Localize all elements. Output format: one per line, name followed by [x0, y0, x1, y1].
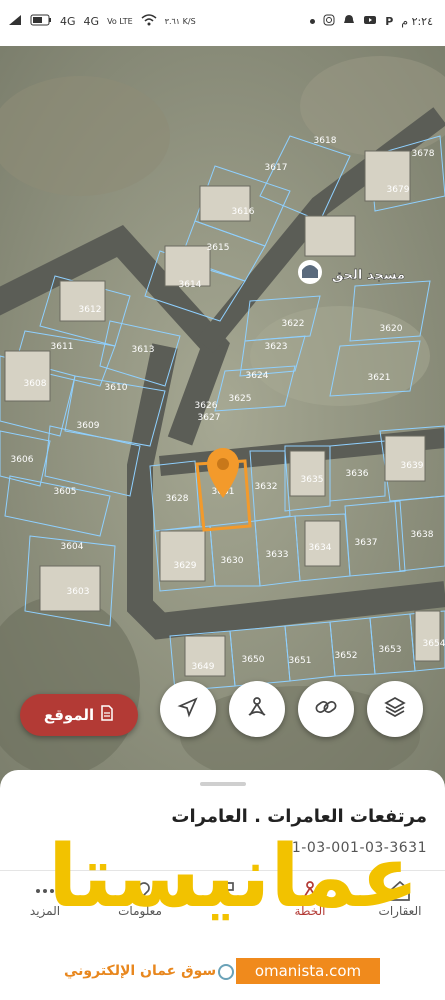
parcel-label-3621[interactable]: 3621: [368, 373, 391, 383]
layers-button[interactable]: [367, 681, 423, 737]
parcel-label-3651[interactable]: 3651: [289, 656, 312, 666]
watermark-dot-icon: [218, 964, 234, 980]
status-bar: 4G 4G Vo LTE ٣.٦١ K/S P ٢:٢٤ م: [0, 0, 445, 46]
parcel-label-3638[interactable]: 3638: [411, 530, 434, 540]
parcel-label-3615[interactable]: 3615: [207, 243, 230, 253]
layers-icon: [383, 695, 407, 723]
parcel-label-3654[interactable]: 3654: [423, 639, 445, 649]
parcel-label-3649[interactable]: 3649: [192, 662, 215, 672]
navigate-button[interactable]: [160, 681, 216, 737]
location-button[interactable]: الموقع: [20, 694, 138, 736]
measure-icon: [245, 695, 269, 723]
instagram-icon: [323, 14, 335, 29]
parcel-label-3624[interactable]: 3624: [246, 371, 269, 381]
parcel-label-3633[interactable]: 3633: [266, 550, 289, 560]
sheet-handle[interactable]: [200, 782, 246, 786]
parcel-label-3614[interactable]: 3614: [179, 280, 202, 290]
landmark-marker[interactable]: [298, 260, 322, 284]
parcel-label-3652[interactable]: 3652: [335, 651, 358, 661]
parcel-label-3636[interactable]: 3636: [346, 469, 369, 479]
parcel-label-3628[interactable]: 3628: [166, 494, 189, 504]
speed-label: ٣.٦١ K/S: [164, 17, 196, 26]
parcel-label-3635[interactable]: 3635: [301, 475, 324, 485]
parcel-label-3606[interactable]: 3606: [11, 455, 34, 465]
link-icon: [314, 695, 338, 723]
parcel-label-3623[interactable]: 3623: [265, 342, 288, 352]
navigate-icon: [176, 695, 200, 723]
watermark-logo: عمانيستا: [48, 827, 421, 927]
parcel-label-3609[interactable]: 3609: [77, 421, 100, 431]
document-icon: [100, 705, 114, 725]
parcel-label-3604[interactable]: 3604: [61, 542, 84, 552]
snapchat-icon: [343, 14, 355, 29]
parcel-label-3650[interactable]: 3650: [242, 655, 265, 665]
parcel-label-3610[interactable]: 3610: [105, 383, 128, 393]
status-right: P ٢:٢٤ م: [310, 14, 433, 29]
parcel-label-3653[interactable]: 3653: [379, 645, 402, 655]
measure-button[interactable]: [229, 681, 285, 737]
satellite-map[interactable]: 3618 3617 3616 3615 3614 3612 3611 3613 3608 3610…: [0, 46, 445, 786]
parcel-label-3625[interactable]: 3625: [229, 394, 252, 404]
parcel-label-3632[interactable]: 3632: [255, 482, 278, 492]
parcel-label-3612[interactable]: 3612: [79, 305, 102, 315]
parcel-label-3634[interactable]: 3634: [309, 543, 332, 553]
parcel-title: مرتفعات العامرات . العامرات: [171, 806, 427, 827]
p-app-icon: P: [385, 15, 394, 28]
parcel-label-3679[interactable]: 3679: [387, 185, 410, 195]
notification-dot-icon: [310, 19, 316, 24]
network-1-label: 4G: [60, 15, 76, 28]
parcel-label-3616[interactable]: 3616: [232, 207, 255, 217]
status-left: 4G 4G Vo LTE ٣.٦١ K/S: [8, 14, 196, 29]
link-button[interactable]: [298, 681, 354, 737]
parcel-label-3603[interactable]: 3603: [67, 587, 90, 597]
parcel-label-3618[interactable]: 3618: [314, 136, 337, 146]
parcel-label-3605[interactable]: 3605: [54, 487, 77, 497]
landmark-label: مسجد الحق: [332, 268, 405, 283]
battery-icon: [30, 14, 52, 29]
parcel-label-3639[interactable]: 3639: [401, 461, 424, 471]
network-2-label: 4G: [83, 15, 100, 28]
signal-icon: [8, 14, 22, 29]
parcel-label-3629[interactable]: 3629: [174, 561, 197, 571]
parcel-label-3617[interactable]: 3617: [265, 163, 288, 173]
parcel-label-3630[interactable]: 3630: [221, 556, 244, 566]
parcel-label-3613[interactable]: 3613: [132, 345, 155, 355]
parcel-label-3611[interactable]: 3611: [51, 342, 74, 352]
watermark-tagline: سوق عمان الإلكتروني: [64, 963, 217, 979]
youtube-icon: [363, 14, 377, 29]
parcel-label-3608[interactable]: 3608: [24, 379, 47, 389]
map-view[interactable]: 3618 3617 3616 3615 3614 3612 3611 3613 3608 3610…: [0, 46, 445, 786]
parcel-label-3678[interactable]: 3678: [412, 149, 435, 159]
watermark-url: omanista.com: [236, 958, 380, 984]
parcel-label-3620[interactable]: 3620: [380, 324, 403, 334]
clock-label: ٢:٢٤ م: [401, 15, 433, 28]
volte-label: Vo LTE: [107, 17, 133, 26]
parcel-label-3637[interactable]: 3637: [355, 538, 378, 548]
parcel-label-3626[interactable]: 3626: [195, 401, 218, 411]
location-button-label: الموقع: [43, 706, 95, 724]
parcel-label-3622[interactable]: 3622: [282, 319, 305, 329]
wifi-icon: [141, 14, 157, 29]
parcel-label-3627[interactable]: 3627: [198, 413, 221, 423]
